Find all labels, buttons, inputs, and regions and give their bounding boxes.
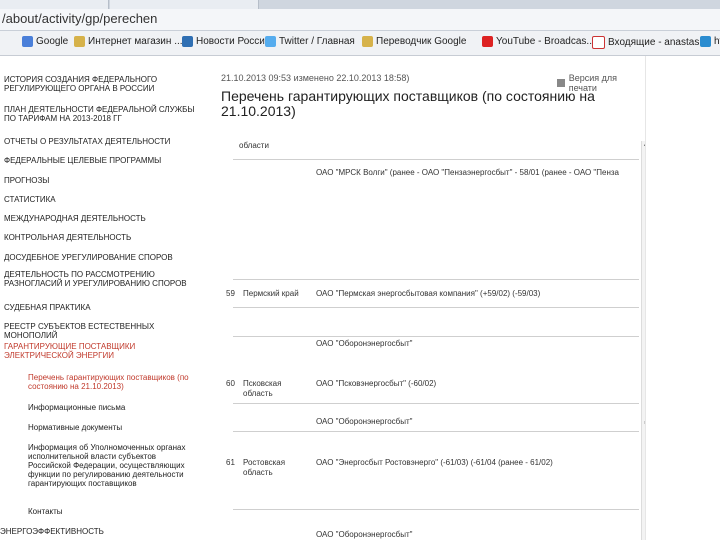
right-gutter (645, 56, 720, 540)
table-cell-supplier: ОАО "Псковэнергосбыт" (-60/02) (316, 379, 437, 388)
browser-tab[interactable] (0, 0, 109, 9)
sidebar-item-reports[interactable]: ОТЧЕТЫ О РЕЗУЛЬТАТАХ ДЕЯТЕЛЬНОСТИ (4, 137, 200, 146)
table-cell-region: Пермский край (243, 289, 299, 298)
table-cell-supplier: ОАО "Оборонэнергосбыт" (316, 339, 413, 348)
sidebar-item-disputes[interactable]: ДЕЯТЕЛЬНОСТЬ ПО РАССМОТРЕНИЮ РАЗНОГЛАСИЙ… (4, 270, 200, 288)
table-cell-supplier: ОАО "Оборонэнергосбыт" (316, 530, 413, 539)
sidebar-item-history[interactable]: ИСТОРИЯ СОЗДАНИЯ ФЕДЕРАЛЬНОГО РЕГУЛИРУЮЩ… (4, 75, 200, 93)
suppliers-table: области ОАО "МРСК Волги" (ранее - ОАО "П… (219, 141, 650, 540)
google-icon (22, 36, 33, 47)
sidebar-item-pretrial[interactable]: ДОСУДЕБНОЕ УРЕГУЛИРОВАНИЕ СПОРОВ (4, 253, 200, 262)
hp-icon (700, 36, 711, 47)
bookmark-news-russia[interactable]: Новости России (182, 36, 270, 47)
address-bar[interactable]: /about/activity/gp/perechen (0, 9, 720, 31)
table-cell-region: Псковская область (243, 379, 282, 398)
sidebar-item-court[interactable]: СУДЕБНАЯ ПРАКТИКА (4, 303, 200, 312)
sidebar-item-monopolies[interactable]: РЕЕСТР СУБЪЕКТОВ ЕСТЕСТВЕННЫХ МОНОПОЛИЙ (4, 322, 200, 340)
table-cell-region: области (239, 141, 269, 150)
bookmark-google-translate[interactable]: Переводчик Google (362, 36, 466, 47)
bookmark-gmail[interactable]: Входящие - anastas... (592, 36, 708, 49)
gmail-icon (592, 36, 605, 49)
table-divider (233, 509, 639, 510)
sidebar-item-plan[interactable]: ПЛАН ДЕЯТЕЛЬНОСТИ ФЕДЕРАЛЬНОЙ СЛУЖБЫ ПО … (4, 105, 200, 123)
browser-tab-active[interactable] (110, 0, 259, 9)
sidebar-item-forecasts[interactable]: ПРОГНОЗЫ (4, 176, 200, 185)
bookmarks-bar: Google Интернет магазин ... Новости Росс… (0, 31, 720, 56)
table-divider (233, 279, 639, 280)
table-cell-number: 59 (226, 289, 235, 298)
sidebar-nav: ИСТОРИЯ СОЗДАНИЯ ФЕДЕРАЛЬНОГО РЕГУЛИРУЮЩ… (0, 56, 205, 540)
sidebar-subitem-authorities[interactable]: Информация об Уполномоченных органах исп… (28, 443, 193, 488)
table-cell-supplier: ОАО "Пермская энергосбытовая компания" (… (316, 289, 541, 298)
address-url[interactable]: /about/activity/gp/perechen (2, 11, 157, 26)
sidebar-item-programs[interactable]: ФЕДЕРАЛЬНЫЕ ЦЕЛЕВЫЕ ПРОГРАММЫ (4, 156, 200, 165)
table-cell-region: Ростовская область (243, 458, 286, 477)
page-title: Перечень гарантирующих поставщиков (по с… (221, 88, 595, 119)
sidebar-subitem-documents[interactable]: Нормативные документы (28, 423, 193, 432)
bookmark-youtube[interactable]: YouTube - Broadcas... (482, 36, 595, 47)
bookmark-google[interactable]: Google (22, 36, 68, 47)
sidebar-item-energy-efficiency[interactable]: ЭНЕРГОЭФФЕКТИВНОСТЬ (0, 527, 196, 536)
rambler-icon (182, 36, 193, 47)
bookmark-http[interactable]: http (700, 36, 720, 47)
table-divider (233, 431, 639, 432)
sidebar-item-suppliers[interactable]: ГАРАНТИРУЮЩИЕ ПОСТАВЩИКИ ЭЛЕКТРИЧЕСКОЙ Э… (4, 342, 200, 360)
main-content: 21.10.2013 09:53 изменено 22.10.2013 18:… (205, 56, 650, 540)
table-cell-supplier: ОАО "МРСК Волги" (ранее - ОАО "Пензаэнер… (316, 168, 619, 177)
table-cell-supplier: ОАО "Оборонэнергосбыт" (316, 417, 413, 426)
twitter-icon (265, 36, 276, 47)
table-cell-number: 61 (226, 458, 235, 467)
sidebar-subitem-list[interactable]: Перечень гарантирующих поставщиков (по с… (28, 373, 193, 391)
page-content: ИСТОРИЯ СОЗДАНИЯ ФЕДЕРАЛЬНОГО РЕГУЛИРУЮЩ… (0, 56, 720, 540)
folder-icon (362, 36, 373, 47)
sidebar-item-international[interactable]: МЕЖДУНАРОДНАЯ ДЕЯТЕЛЬНОСТЬ (4, 214, 200, 223)
bookmark-internet-shop[interactable]: Интернет магазин ... (74, 36, 183, 47)
youtube-icon (482, 36, 493, 47)
table-divider (233, 336, 639, 337)
sidebar-subitem-contacts[interactable]: Контакты (28, 507, 193, 516)
page-meta: 21.10.2013 09:53 изменено 22.10.2013 18:… (221, 73, 410, 83)
printer-icon (557, 79, 565, 87)
bookmark-twitter[interactable]: Twitter / Главная (265, 36, 355, 47)
table-cell-number: 60 (226, 379, 235, 388)
browser-tab-strip (0, 0, 720, 9)
sidebar-subitem-letters[interactable]: Информационные письма (28, 403, 193, 412)
table-divider (233, 307, 639, 308)
table-divider (233, 159, 639, 160)
table-divider (233, 403, 639, 404)
table-cell-supplier: ОАО "Энергосбыт Ростовэнерго" (-61/03) (… (316, 458, 553, 467)
folder-icon (74, 36, 85, 47)
sidebar-item-control[interactable]: КОНТРОЛЬНАЯ ДЕЯТЕЛЬНОСТЬ (4, 233, 200, 242)
sidebar-item-statistics[interactable]: СТАТИСТИКА (4, 195, 200, 204)
